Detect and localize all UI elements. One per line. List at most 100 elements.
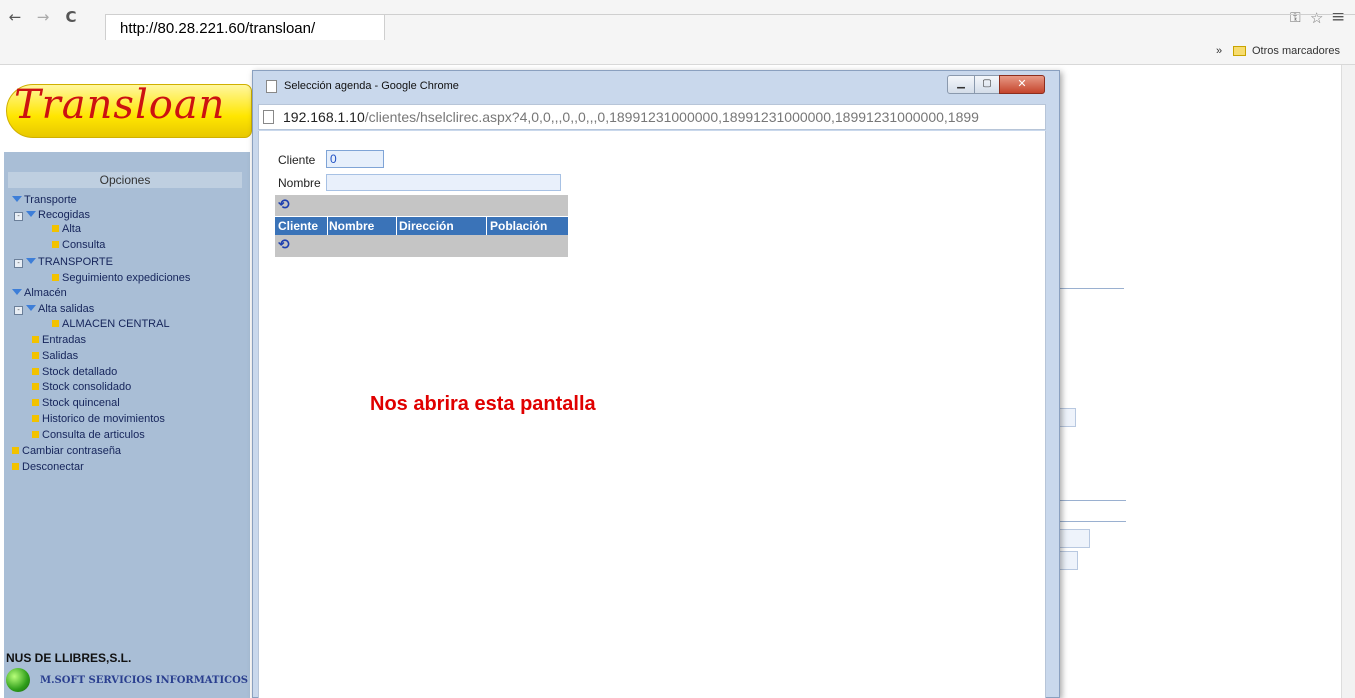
column-header-cliente[interactable]: Cliente bbox=[278, 219, 318, 233]
toolbar-divider bbox=[385, 14, 1355, 15]
menu-label: Stock consolidado bbox=[42, 381, 132, 393]
column-header-poblacion[interactable]: Población bbox=[490, 219, 547, 233]
menu-item-stock-detallado[interactable]: Stock detallado bbox=[32, 367, 117, 378]
folder-icon bbox=[32, 399, 39, 406]
column-separator bbox=[486, 217, 487, 235]
menu-item-salidas[interactable]: Salidas bbox=[32, 351, 78, 362]
address-bar[interactable]: http://80.28.221.60/transloan/ bbox=[105, 14, 385, 40]
nombre-label: Nombre bbox=[278, 176, 321, 190]
menu-item-consulta[interactable]: Consulta bbox=[52, 240, 105, 251]
menu-label: Entradas bbox=[42, 334, 87, 346]
menu-label: Historico de movimientos bbox=[42, 413, 165, 425]
menu-label: Salidas bbox=[42, 350, 79, 362]
menu-label: Cambiar contraseña bbox=[22, 445, 122, 457]
url-host: 192.168.1.10 bbox=[283, 109, 365, 125]
menu-label: Almacén bbox=[24, 287, 67, 299]
collapse-icon[interactable]: - bbox=[14, 212, 23, 221]
grid-toolbar-bottom: ⟲ bbox=[275, 235, 568, 257]
menu-item-alta[interactable]: Alta bbox=[52, 224, 81, 235]
folder-icon bbox=[32, 336, 39, 343]
menu-item-almacen-central[interactable]: ALMACEN CENTRAL bbox=[52, 319, 170, 330]
refresh-icon[interactable]: ⟲ bbox=[278, 237, 290, 253]
menu-item-recogidas[interactable]: - Recogidas bbox=[14, 210, 90, 221]
bookmarks-bar: » Otros marcadores bbox=[0, 40, 1355, 65]
expand-triangle-icon bbox=[26, 258, 36, 264]
menu-item-cambiar-contrasena[interactable]: Cambiar contraseña bbox=[12, 446, 121, 457]
cliente-label: Cliente bbox=[278, 153, 316, 167]
company-name: NUS DE LLIBRES,S.L. bbox=[6, 651, 132, 665]
menu-label: TRANSPORTE bbox=[38, 256, 113, 268]
menu-item-seguimiento[interactable]: Seguimiento expediciones bbox=[52, 273, 190, 284]
menu-label: Desconectar bbox=[22, 461, 84, 473]
vendor-logo-icon bbox=[6, 668, 30, 692]
minimize-button[interactable]: ▁ bbox=[947, 75, 975, 94]
folder-icon bbox=[52, 225, 59, 232]
refresh-icon[interactable]: ⟲ bbox=[278, 197, 290, 213]
column-separator bbox=[396, 217, 397, 235]
bookmarks-chevron-icon[interactable]: » bbox=[1216, 45, 1222, 57]
sidebar-title: Opciones bbox=[8, 172, 242, 188]
vendor-name: M.SOFT SERVICIOS INFORMATICOS bbox=[40, 675, 249, 686]
folder-icon bbox=[32, 415, 39, 422]
folder-icon bbox=[52, 320, 59, 327]
folder-icon bbox=[32, 352, 39, 359]
menu-item-consulta-articulos[interactable]: Consulta de articulos bbox=[32, 430, 145, 441]
menu-label: Stock quincenal bbox=[42, 397, 120, 409]
menu-label: Recogidas bbox=[38, 209, 90, 221]
reload-icon[interactable]: C bbox=[62, 8, 80, 26]
annotation-text: Nos abrira esta pantalla bbox=[370, 393, 596, 415]
grid-toolbar-top: ⟲ bbox=[275, 195, 568, 216]
menu-label: Alta bbox=[62, 223, 81, 235]
menu-label: Stock detallado bbox=[42, 366, 118, 378]
menu-item-stock-consolidado[interactable]: Stock consolidado bbox=[32, 382, 131, 393]
folder-icon bbox=[32, 383, 39, 390]
maximize-button[interactable]: ▢ bbox=[974, 75, 1000, 94]
url-path: /clientes/hselclirec.aspx?4,0,0,,,0,,0,,… bbox=[364, 109, 979, 125]
expand-triangle-icon bbox=[12, 196, 22, 202]
menu-label: Alta salidas bbox=[38, 303, 95, 315]
menu-label: Seguimiento expediciones bbox=[62, 272, 191, 284]
folder-icon bbox=[52, 274, 59, 281]
folder-icon bbox=[1233, 46, 1246, 56]
menu-item-desconectar[interactable]: Desconectar bbox=[12, 462, 84, 473]
folder-icon bbox=[32, 368, 39, 375]
collapse-icon[interactable]: - bbox=[14, 259, 23, 268]
menu-item-transporte[interactable]: Transporte bbox=[12, 195, 77, 206]
menu-label: Transporte bbox=[24, 194, 77, 206]
menu-item-historico[interactable]: Historico de movimientos bbox=[32, 414, 165, 425]
page-icon bbox=[263, 110, 274, 124]
column-separator bbox=[327, 217, 328, 235]
menu-label: Consulta de articulos bbox=[42, 429, 145, 441]
menu-item-almacen[interactable]: Almacén bbox=[12, 288, 67, 299]
expand-triangle-icon bbox=[12, 289, 22, 295]
menu-label: Consulta bbox=[62, 239, 106, 251]
key-icon[interactable]: ⚿ bbox=[1290, 10, 1301, 26]
column-header-nombre[interactable]: Nombre bbox=[329, 219, 374, 233]
folder-icon bbox=[12, 463, 19, 470]
back-arrow-icon[interactable]: ← bbox=[6, 8, 24, 26]
expand-triangle-icon bbox=[26, 305, 36, 311]
cliente-input[interactable]: 0 bbox=[326, 150, 384, 168]
popup-title: Selección agenda - Google Chrome bbox=[284, 80, 459, 92]
menu-item-stock-quincenal[interactable]: Stock quincenal bbox=[32, 398, 120, 409]
nombre-input[interactable] bbox=[326, 174, 561, 191]
menu-item-entradas[interactable]: Entradas bbox=[32, 335, 86, 346]
expand-triangle-icon bbox=[26, 211, 36, 217]
folder-icon bbox=[12, 447, 19, 454]
folder-icon bbox=[32, 431, 39, 438]
close-button[interactable]: ✕ bbox=[999, 75, 1045, 94]
forward-arrow-icon[interactable]: → bbox=[34, 8, 52, 26]
sidebar bbox=[4, 152, 250, 698]
menu-icon[interactable]: ≡ bbox=[1331, 7, 1345, 27]
star-icon[interactable]: ☆ bbox=[1310, 9, 1323, 27]
app-logo: Transloan bbox=[14, 82, 226, 128]
popup-address-bar[interactable]: 192.168.1.10/clientes/hselclirec.aspx?4,… bbox=[258, 104, 1046, 130]
page-icon bbox=[266, 80, 277, 93]
column-header-direccion[interactable]: Dirección bbox=[399, 219, 454, 233]
menu-item-transporte-upper[interactable]: - TRANSPORTE bbox=[14, 257, 113, 268]
page-scrollbar[interactable] bbox=[1341, 65, 1355, 698]
menu-item-alta-salidas[interactable]: - Alta salidas bbox=[14, 304, 94, 315]
collapse-icon[interactable]: - bbox=[14, 306, 23, 315]
menu-label: ALMACEN CENTRAL bbox=[62, 318, 170, 330]
bookmark-folder-other[interactable]: Otros marcadores bbox=[1252, 45, 1340, 57]
